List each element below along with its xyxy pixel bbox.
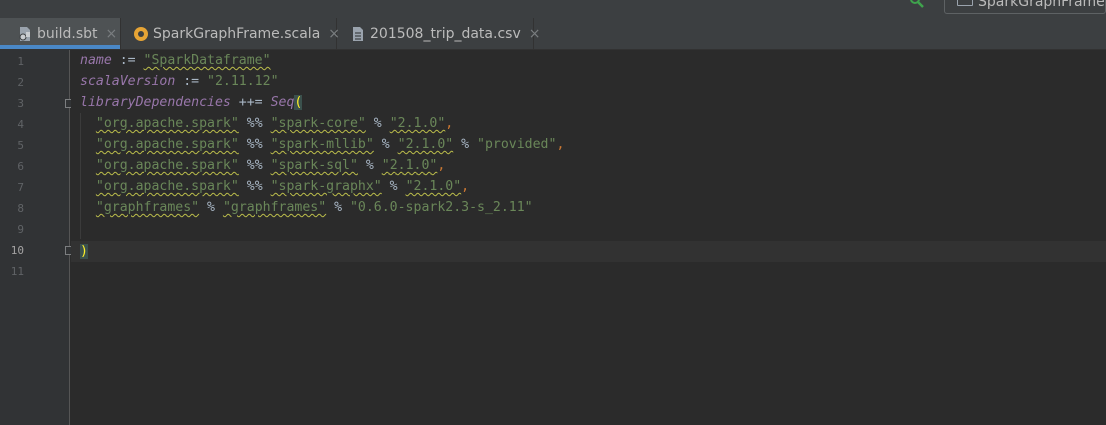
line-number: 6 [17,160,24,173]
string-literal: "provided" [477,137,557,152]
line-number-gutter[interactable]: 1 2 3 4 5 6 7 8 9 10 11 [0,50,74,425]
code-line-5: "org.apache.spark" %% "spark-mllib" % "2… [80,134,565,155]
operator: % [365,116,390,131]
operator: % [357,158,382,173]
editor-tab-bar: build.sbt × SparkGraphFrame.scala × 2015… [0,18,1106,50]
string-literal: "2.1.0" [405,179,462,194]
string-literal: "graphframes" [95,200,200,215]
operator: % [326,200,350,215]
code-line-7: "org.apache.spark" %% "spark-graphx" % "… [80,176,469,197]
line-number: 3 [17,97,24,110]
operator: % [453,137,478,152]
tab-build-sbt[interactable]: build.sbt × [0,18,121,49]
project-icon [957,0,973,6]
tab-label: build.sbt [37,25,98,42]
tab-label: SparkGraphFrame.scala [153,25,321,42]
operator: %% [238,137,271,152]
operator: %% [238,116,271,131]
matched-paren: ) [80,244,88,259]
code-line-10: ) [80,241,88,262]
line-number: 5 [17,139,24,152]
string-literal: "org.apache.spark" [95,116,239,131]
comma: , [461,179,470,194]
operator: % [199,200,223,215]
line-number: 9 [17,223,24,236]
string-literal: "spark-mllib" [270,137,374,152]
code-line-6: "org.apache.spark" %% "spark-sql" % "2.1… [80,155,445,176]
code-line-1: name := "SparkDataframe" [80,50,271,71]
string-literal: "spark-sql" [270,158,358,173]
line-number: 7 [17,181,24,194]
string-literal: "2.11.12" [207,74,279,89]
tab-label: 201508_trip_data.csv [370,25,521,42]
string-literal: "2.1.0" [381,158,438,173]
sbt-file-icon [19,26,30,41]
code-line-4: "org.apache.spark" %% "spark-core" % "2.… [80,113,453,134]
current-line-highlight [71,241,1106,262]
operator: %% [238,158,271,173]
string-literal: "spark-core" [270,116,366,131]
comma: , [437,158,446,173]
operator: := [111,53,144,68]
comma: , [445,116,454,131]
code-line-2: scalaVersion := "2.11.12" [80,71,279,92]
string-literal: "spark-graphx" [270,179,382,194]
code-line-3: libraryDependencies ++= Seq( [80,92,303,113]
close-icon[interactable]: × [529,26,541,42]
comma: , [556,137,565,152]
setting-key: name [80,53,112,68]
string-literal: "2.1.0" [389,116,446,131]
string-literal: "0.6.0-spark2.3-s_2.11" [349,200,533,215]
matched-paren: ( [294,95,303,110]
code-editor[interactable]: name := "SparkDataframe" scalaVersion :=… [71,50,1106,425]
search-icon[interactable] [909,0,925,10]
setting-key: libraryDependencies [80,95,231,110]
setting-key: scalaVersion [80,74,176,89]
operator: ++= [230,95,271,110]
run-configuration-label: SparkGraphFrame [978,0,1105,10]
string-literal: "org.apache.spark" [95,179,239,194]
line-number: 1 [17,55,24,68]
line-number-current: 10 [10,244,24,257]
operator: % [373,137,398,152]
close-icon[interactable]: × [106,26,118,42]
operator: %% [238,179,271,194]
run-configuration-selector[interactable]: SparkGraphFrame [944,0,1106,14]
scala-file-icon [134,26,148,41]
csv-file-icon [353,26,363,41]
line-number: 11 [10,265,24,278]
tab-201508-trip-data-csv[interactable]: 201508_trip_data.csv × [337,18,540,49]
string-literal: "org.apache.spark" [95,137,239,152]
function-name: Seq [270,95,295,110]
tab-sparkgraphframe-scala[interactable]: SparkGraphFrame.scala × [121,18,340,49]
string-literal: "graphframes" [222,200,327,215]
string-literal: "2.1.0" [397,137,454,152]
top-toolbar: SparkGraphFrame [0,0,1106,18]
code-line-8: "graphframes" % "graphframes" % "0.6.0-s… [80,197,533,218]
operator: % [381,179,406,194]
line-number: 4 [17,118,24,131]
operator: := [175,74,208,89]
line-number: 8 [17,202,24,215]
string-literal: "SparkDataframe" [143,53,271,68]
string-literal: "org.apache.spark" [95,158,239,173]
line-number: 2 [17,76,24,89]
